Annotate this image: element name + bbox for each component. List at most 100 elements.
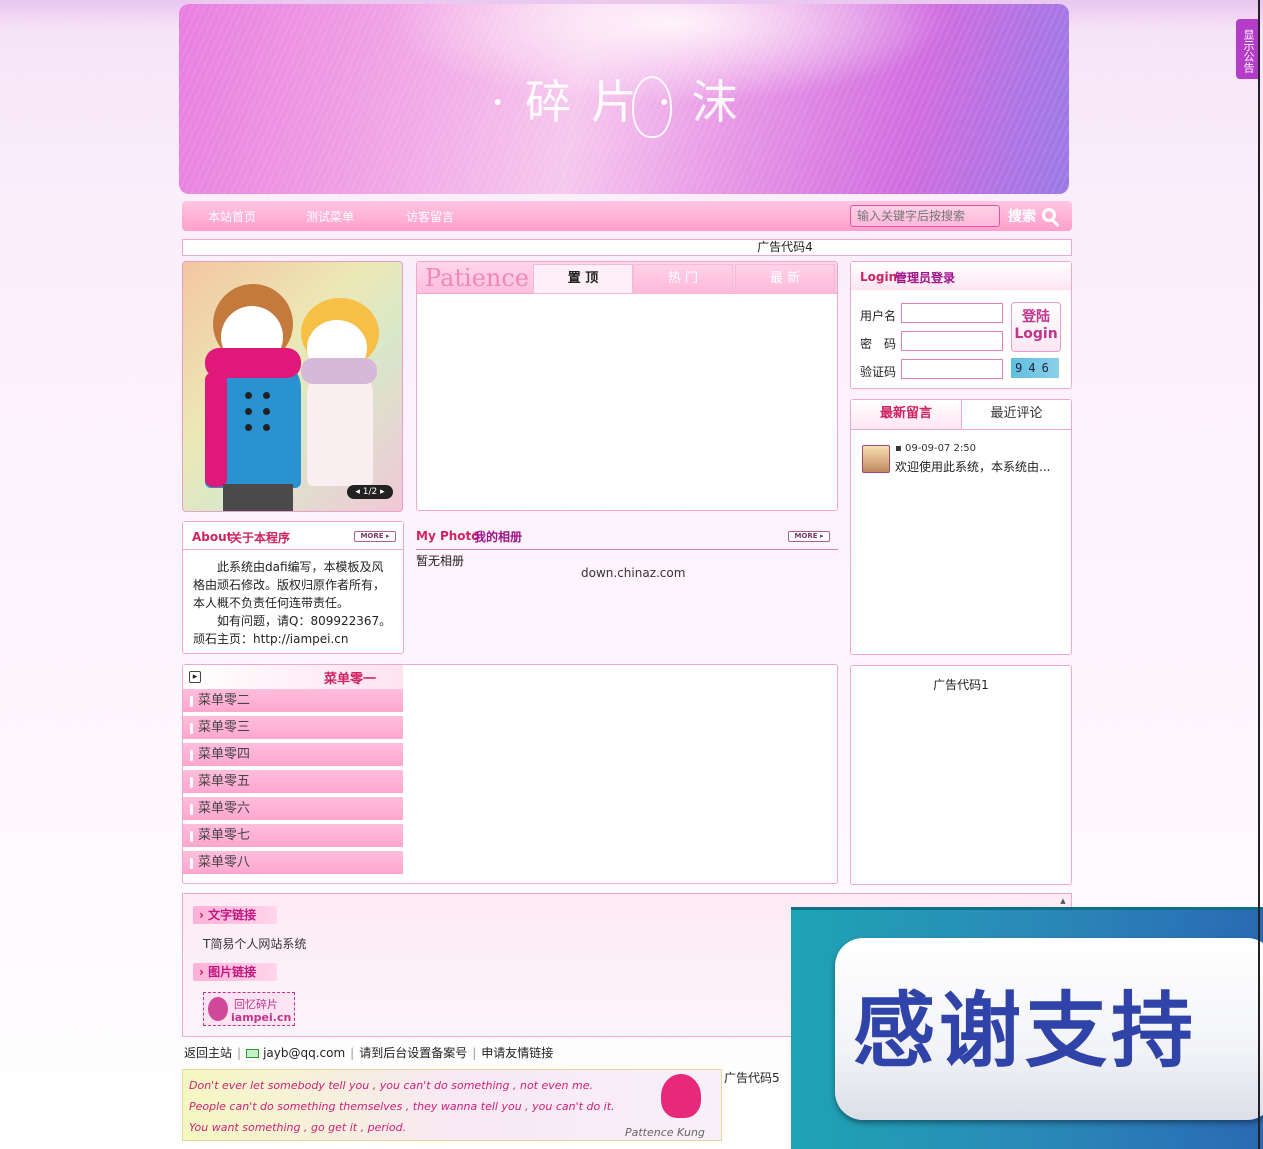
- thanks-card: 感谢支持: [835, 938, 1263, 1120]
- quote-line-2: People can't do something themselves , t…: [189, 1100, 615, 1113]
- search-icon[interactable]: [1042, 208, 1056, 222]
- about-title-cn: 关于本程序: [230, 531, 291, 545]
- quote-line-1: Don't ever let somebody tell you , you c…: [189, 1079, 593, 1092]
- password-label: 密 码: [860, 337, 897, 351]
- tabs-panel: Patience 置 顶 热 门 最 新: [416, 261, 838, 511]
- illustration-kid-body: [307, 368, 373, 486]
- photo-title-en: My Photo: [416, 529, 480, 543]
- watermark: down.chinaz.com: [581, 566, 686, 580]
- illustration-scarf: [301, 358, 377, 384]
- captcha-image[interactable]: 946: [1011, 358, 1059, 378]
- illustration-button: [263, 408, 270, 415]
- about-line-3: 顽石主页：http://iampei.cn: [193, 632, 349, 646]
- captcha-input[interactable]: [901, 359, 1003, 379]
- menu-panel: ▸ 菜单零一 菜单零二 菜单零三 菜单零四 菜单零五 菜单零六 菜单零七 菜单零…: [182, 664, 838, 884]
- login-title: Login 管理员登录: [851, 262, 1071, 290]
- site-banner: ·碎片·沫: [179, 4, 1069, 194]
- username-input[interactable]: [901, 303, 1003, 323]
- tab-latest-comments[interactable]: 最近评论: [962, 400, 1071, 430]
- menu-item[interactable]: 菜单零七: [183, 824, 403, 849]
- thanks-popup[interactable]: 感谢支持: [791, 907, 1263, 1149]
- login-title-en: Login: [860, 270, 898, 284]
- photo-title-cn: 我的相册: [474, 530, 523, 544]
- about-title-en: About: [192, 530, 233, 544]
- menu-item[interactable]: 菜单零二: [183, 689, 403, 714]
- about-text: 此系统由dafi编写，本模板及风格由顽石修改。版权归原作者所有，本人概不负责任何…: [193, 558, 395, 648]
- separator: |: [350, 1046, 355, 1060]
- menu-item[interactable]: 菜单零六: [183, 797, 403, 822]
- about-panel: About 关于本程序 MORE ▸ 此系统由dafi编写，本模板及风格由顽石修…: [182, 521, 404, 654]
- ad-slot-4-label: 广告代码4: [757, 240, 813, 254]
- text-links-label: 文字链接: [208, 908, 257, 922]
- ad-slot-5: 广告代码5: [724, 1071, 780, 1085]
- mail-icon: [246, 1049, 260, 1058]
- tab-latest[interactable]: 最 新: [735, 264, 835, 294]
- quote-line-3: You want something , go get it , period.: [189, 1121, 407, 1134]
- login-button[interactable]: 登陆 Login: [1011, 302, 1061, 352]
- ad-slot-4: 广告代码4: [182, 239, 1072, 256]
- menu-head[interactable]: ▸ 菜单零一: [183, 665, 403, 689]
- login-panel: Login 管理员登录 用户名 密 码 验证码 登陆 Login 946: [850, 261, 1072, 389]
- footer-links: 返回主站 | jayb@qq.com | 请到后台设置备案号 | 申请友情链接: [184, 1044, 553, 1061]
- menu-item[interactable]: 菜单零四: [183, 743, 403, 768]
- login-button-cn: 登陆: [1022, 309, 1050, 325]
- text-link[interactable]: T简易个人网站系统: [203, 935, 306, 952]
- illustration-kid-legs: [223, 484, 293, 511]
- footer-home-link[interactable]: 返回主站: [184, 1046, 232, 1060]
- password-input[interactable]: [901, 331, 1003, 351]
- photo-empty-text: 暂无相册: [416, 554, 465, 568]
- about-more-button[interactable]: MORE ▸: [354, 531, 396, 542]
- image-link[interactable]: 回忆碎片 iampei.cn: [203, 992, 295, 1026]
- search-button[interactable]: 搜索: [1008, 206, 1036, 226]
- photo-panel: My Photo 我的相册 MORE ▸ 暂无相册 down.chinaz.co…: [416, 521, 838, 654]
- menu-head-label: 菜单零一: [324, 672, 377, 687]
- tab-hot[interactable]: 热 门: [633, 264, 733, 294]
- photo-more-button[interactable]: MORE ▸: [788, 531, 830, 542]
- tab-pinned[interactable]: 置 顶: [533, 264, 633, 294]
- image-link-en: iampei.cn: [231, 1011, 292, 1024]
- image-link-cn: 回忆碎片: [234, 998, 278, 1011]
- scroll-up-button[interactable]: ▲: [1057, 897, 1069, 907]
- nav-item-home[interactable]: 本站首页: [208, 208, 256, 225]
- image-links-label: 图片链接: [208, 965, 257, 979]
- thanks-text: 感谢支持: [853, 984, 1198, 1079]
- captcha-label: 验证码: [860, 365, 897, 379]
- show-notice-tab[interactable]: 显示公告: [1236, 19, 1260, 79]
- footer-apply-link[interactable]: 申请友情链接: [481, 1046, 553, 1060]
- image-links-heading: › 图片链接: [193, 963, 277, 981]
- login-button-en: Login: [1014, 326, 1058, 342]
- menu-item[interactable]: 菜单零三: [183, 716, 403, 741]
- search-input[interactable]: [850, 205, 1000, 227]
- message-text[interactable]: 欢迎使用此系统，本系统由...: [895, 458, 1065, 475]
- illustration-button: [245, 424, 252, 431]
- patience-logo: Patience: [425, 264, 530, 292]
- footer-email-link[interactable]: jayb@qq.com: [263, 1046, 345, 1060]
- about-line-1: 此系统由dafi编写，本模板及风格由顽石修改。版权归原作者所有，本人概不负责任何…: [193, 560, 386, 610]
- window-edge: [1258, 0, 1260, 1149]
- message-time-value: 09-09-07 2:50: [904, 443, 976, 454]
- username-label: 用户名: [860, 309, 897, 323]
- footer-icp-text: 请到后台设置备案号: [359, 1046, 468, 1060]
- illustration-button: [245, 408, 252, 415]
- slide-counter-label: 1/2: [362, 487, 378, 497]
- expand-icon[interactable]: ▸: [189, 671, 201, 683]
- ad-slot-1: 广告代码1: [850, 665, 1072, 885]
- tab-latest-messages[interactable]: 最新留言: [851, 400, 962, 430]
- about-title: About 关于本程序 MORE ▸: [183, 522, 403, 550]
- quote-banner: Don't ever let somebody tell you , you c…: [182, 1069, 722, 1141]
- nav-item-guestbook[interactable]: 访客留言: [406, 208, 454, 225]
- illustration-button: [263, 424, 270, 431]
- banner-title: ·碎片·沫: [490, 75, 758, 129]
- avatar: [862, 445, 890, 473]
- menu-item[interactable]: 菜单零五: [183, 770, 403, 795]
- menu-item[interactable]: 菜单零八: [183, 851, 403, 876]
- slideshow[interactable]: ◂ 1/2 ▸: [182, 261, 403, 512]
- quote-face-icon: [661, 1074, 701, 1118]
- slide-counter[interactable]: ◂ 1/2 ▸: [347, 485, 393, 499]
- illustration-button: [245, 392, 252, 399]
- illustration-button: [263, 392, 270, 399]
- nav-item-test-menu[interactable]: 测试菜单: [306, 208, 354, 225]
- messages-panel: 最新留言 最近评论 ▪ 09-09-07 2:50 欢迎使用此系统，本系统由..…: [850, 399, 1072, 655]
- illustration-scarf: [205, 348, 301, 378]
- pic-link-face-icon: [208, 997, 228, 1021]
